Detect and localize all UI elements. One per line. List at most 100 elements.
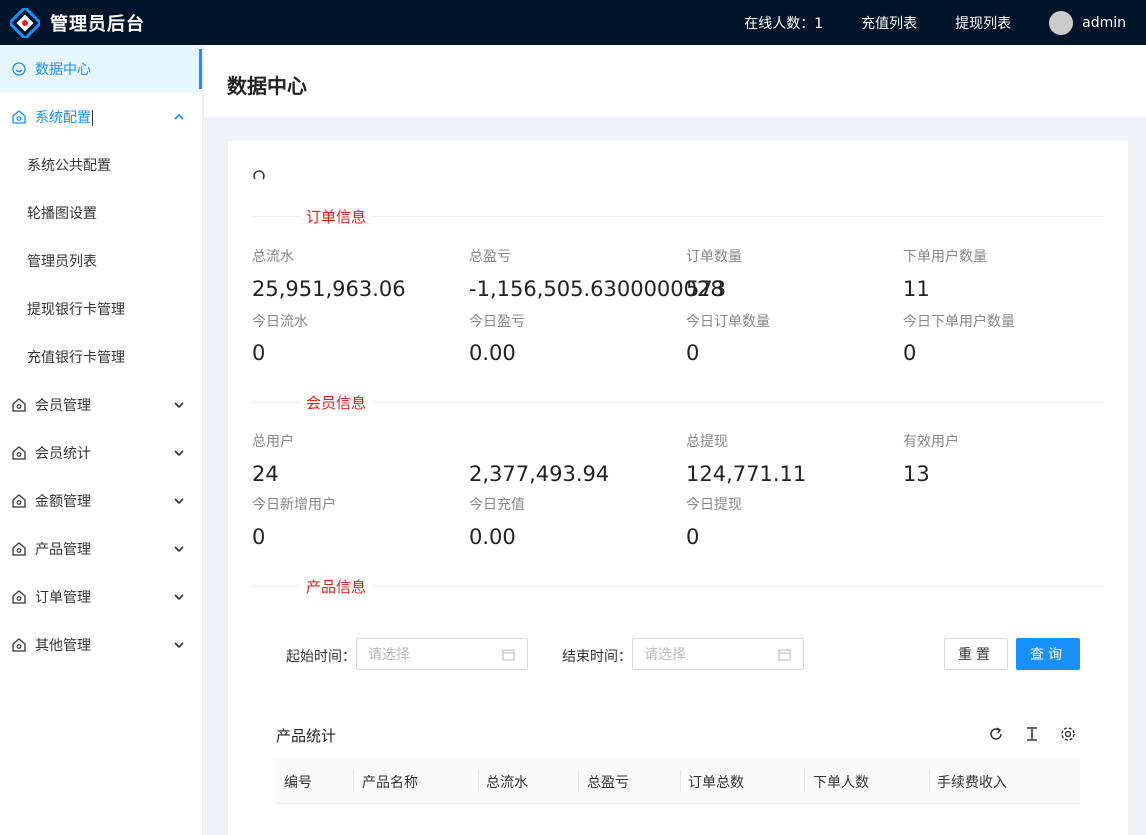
stat-label: 下单用户数量 [903,249,987,265]
withdraw-list-link[interactable]: 提现列表 [955,13,1011,33]
dashboard-icon [12,62,26,76]
stat-label: 今日流水 [252,314,308,330]
username: admin [1082,14,1126,31]
sidebar-item-other-manage[interactable]: 其他管理 [0,621,202,669]
query-button[interactable]: 查询 [1016,638,1080,670]
divider [252,216,1104,217]
sidebar-item-label: 订单管理 [35,590,91,606]
column-header[interactable]: 总流水 [486,772,528,792]
sidebar-item-admin-list[interactable]: 管理员列表 [0,237,202,285]
stat-label: 今日下单用户数量 [903,314,1015,330]
calendar-icon [502,649,515,661]
start-time-label: 起始时间： [286,649,356,665]
online-count: 在线人数：1 [744,15,824,32]
settings-icon [12,110,26,124]
sidebar-item-public-config[interactable]: 系统公共配置 [0,141,202,189]
stat-label: 今日充值 [469,497,525,513]
recharge-list-link[interactable]: 充值列表 [861,13,917,33]
page-title: 数据中心 [227,74,307,98]
sidebar-item-recharge-card[interactable]: 充值银行卡管理 [0,333,202,381]
end-time-placeholder: 请选择 [644,647,686,663]
logo[interactable]: 管理员后台 [0,0,145,45]
chevron-down-icon [174,642,184,649]
calendar-icon [778,649,791,661]
column-header[interactable]: 编号 [284,772,312,792]
reset-button[interactable]: 重置 [944,638,1008,670]
home-icon [12,638,26,652]
stat-label: 总用户 [252,434,294,450]
gear-icon[interactable] [1059,725,1077,743]
sidebar-item-system-config[interactable]: 系统配置 [0,93,202,141]
stat-label: 总盈亏 [469,249,511,265]
stat-label: 今日新增用户 [252,497,336,513]
section-title-member: 会员信息 [300,392,373,413]
sidebar-item-member-manage[interactable]: 会员管理 [0,381,202,429]
stat-value: 24 [252,462,279,486]
sidebar-item-data-center[interactable]: 数据中心 [0,45,202,93]
column-header[interactable]: 总盈亏 [587,772,629,792]
section-title-product: 产品信息 [300,576,373,597]
reload-icon[interactable] [987,725,1005,743]
home-icon [12,542,26,556]
chevron-down-icon [174,402,184,409]
stat-value: 13 [903,462,930,486]
sidebar: 数据中心 系统配置 系统公共配置 轮播图设置 管理员列表 提现银行卡管理 充值银… [0,45,203,835]
sidebar-item-label: 系统配置 [35,110,93,126]
column-header[interactable]: 手续费收入 [937,772,1007,792]
stat-label: 今日盈亏 [469,314,525,330]
table-header: 编号 产品名称 总流水 总盈亏 订单总数 下单人数 手续费收入 [276,758,1080,804]
end-time-label: 结束时间： [562,649,632,665]
sidebar-item-order-manage[interactable]: 订单管理 [0,573,202,621]
chevron-down-icon [174,498,184,505]
sidebar-item-label: 会员管理 [35,398,91,414]
stat-label: 今日提现 [686,497,742,513]
stat-label: 有效用户 [903,434,959,450]
stat-label: 总提现 [686,434,728,450]
sidebar-item-product-manage[interactable]: 产品管理 [0,525,202,573]
stat-value: 0 [686,525,700,549]
stat-label: 今日订单数量 [686,314,770,330]
stat-label: 订单数量 [686,249,742,265]
content-card: 订单信息 总流水 25,951,963.06 总盈亏 -1,156,505.63… [228,141,1128,835]
stat-label: 总流水 [252,249,294,265]
start-time-placeholder: 请选择 [368,647,410,663]
avatar [1049,10,1074,35]
column-height-icon[interactable] [1023,725,1041,743]
stat-value: 124,771.11 [686,462,807,486]
chevron-down-icon [174,450,184,457]
sidebar-item-label: 会员统计 [35,446,91,462]
sidebar-item-withdraw-card[interactable]: 提现银行卡管理 [0,285,202,333]
sidebar-item-label: 产品管理 [35,542,91,558]
logo-icon [10,7,40,38]
app-title: 管理员后台 [50,13,145,35]
home-icon [12,494,26,508]
chevron-down-icon [174,546,184,553]
loading-icon[interactable] [252,169,266,183]
start-time-input[interactable]: 请选择 [356,638,528,670]
section-title-order: 订单信息 [300,206,373,227]
end-time-input[interactable]: 请选择 [632,638,804,670]
sidebar-item-amount-manage[interactable]: 金额管理 [0,477,202,525]
divider [252,586,1104,587]
home-icon [12,398,26,412]
column-header[interactable]: 下单人数 [813,772,869,792]
home-icon [12,590,26,604]
user-menu[interactable]: admin [1049,10,1126,35]
top-header: 管理员后台 在线人数：1 充值列表 提现列表 admin [0,0,1146,45]
stat-value: 0 [252,525,266,549]
sidebar-item-member-stats[interactable]: 会员统计 [0,429,202,477]
sidebar-item-banner-settings[interactable]: 轮播图设置 [0,189,202,237]
table-title: 产品统计 [276,727,337,745]
stat-value: 0 [903,341,917,365]
column-header[interactable]: 订单总数 [688,772,744,792]
stat-value: 0 [686,341,700,365]
stat-value: 573 [686,277,727,301]
page-header: 数据中心 [204,45,1146,117]
sidebar-item-label: 其他管理 [35,638,91,654]
stat-value: 0 [252,341,266,365]
sidebar-item-label: 金额管理 [35,494,91,510]
chevron-down-icon [174,594,184,601]
divider [252,402,1104,403]
column-header[interactable]: 产品名称 [362,772,418,792]
chevron-up-icon [174,113,184,120]
